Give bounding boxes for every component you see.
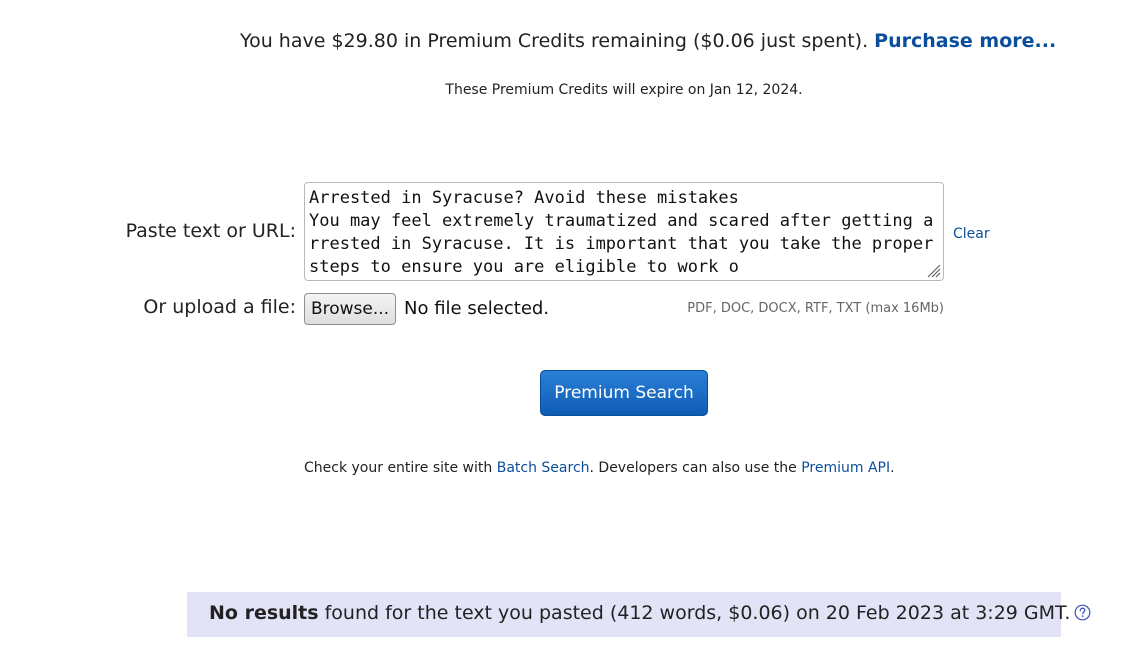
results-details: found for the text you pasted (412 words… (318, 602, 1071, 624)
upload-label: Or upload a file: (143, 296, 296, 318)
clear-link[interactable]: Clear (953, 226, 990, 242)
batch-middle: . Developers can also use the (589, 460, 802, 476)
results-status: No results (209, 602, 319, 624)
resize-handle-icon[interactable] (925, 262, 941, 278)
file-types-hint: PDF, DOC, DOCX, RTF, TXT (max 16Mb) (687, 301, 944, 316)
credits-expiry: These Premium Credits will expire on Jan… (445, 82, 803, 98)
file-status: No file selected. (404, 298, 550, 319)
credits-message: You have $29.80 in Premium Credits remai… (240, 30, 1056, 52)
page: You have $29.80 in Premium Credits remai… (0, 0, 1131, 672)
purchase-more-link[interactable]: Purchase more... (874, 30, 1056, 52)
results-status-bar: No results found for the text you pasted… (187, 592, 1091, 637)
batch-search-link[interactable]: Batch Search (497, 460, 590, 476)
batch-search-note: Check your entire site with Batch Search… (304, 460, 895, 476)
question-circle-icon[interactable] (1074, 604, 1091, 621)
batch-suffix: . (890, 460, 895, 476)
batch-prefix: Check your entire site with (304, 460, 497, 476)
paste-label: Paste text or URL: (125, 220, 296, 242)
browse-button[interactable]: Browse... (304, 293, 396, 325)
credits-text: You have $29.80 in Premium Credits remai… (240, 30, 869, 52)
premium-api-link[interactable]: Premium API (801, 460, 890, 476)
text-input[interactable] (304, 182, 944, 281)
premium-search-button[interactable]: Premium Search (540, 370, 708, 416)
